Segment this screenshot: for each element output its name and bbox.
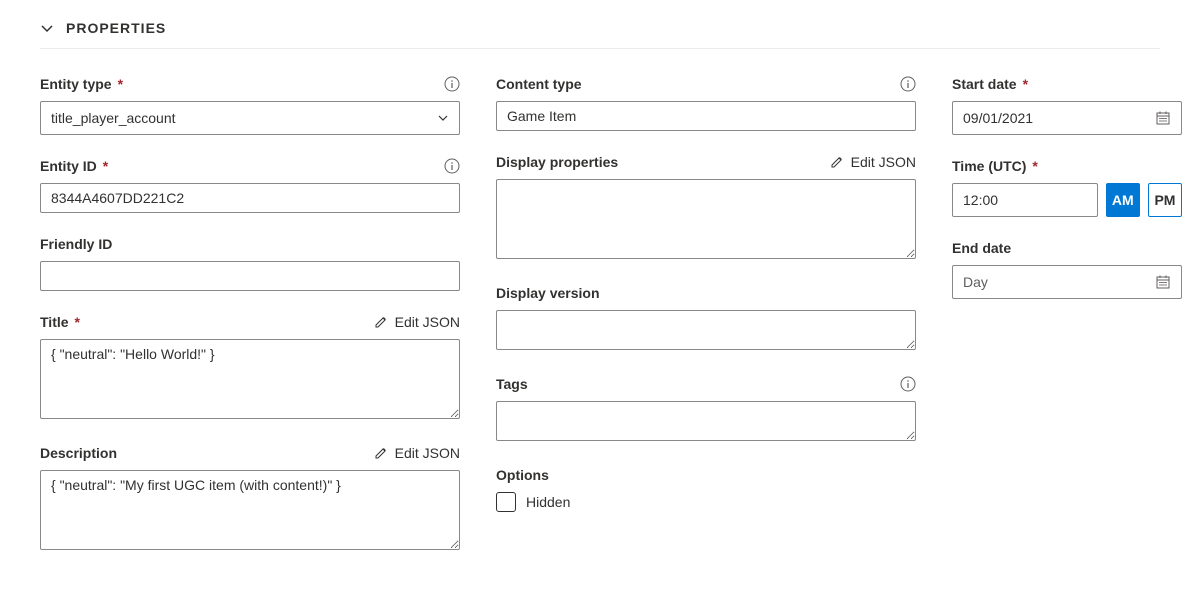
friendly-id-input[interactable] [40, 261, 460, 291]
entity-type-label: Entity type* [40, 76, 123, 92]
hidden-label: Hidden [526, 494, 570, 510]
content-type-label: Content type [496, 76, 582, 92]
entity-id-input[interactable] [40, 183, 460, 213]
friendly-id-label: Friendly ID [40, 236, 112, 252]
tags-label: Tags [496, 376, 528, 392]
entity-type-select[interactable]: title_player_account [40, 101, 460, 135]
start-date-value: 09/01/2021 [963, 110, 1033, 126]
title-label: Title* [40, 314, 80, 330]
display-properties-label: Display properties [496, 154, 618, 170]
calendar-icon [1155, 110, 1171, 126]
options-label: Options [496, 467, 549, 483]
edit-json-button[interactable]: Edit JSON [373, 445, 460, 461]
time-utc-label: Time (UTC)* [952, 158, 1038, 174]
info-icon[interactable] [444, 76, 460, 92]
end-date-placeholder: Day [963, 274, 988, 290]
calendar-icon [1155, 274, 1171, 290]
pencil-icon [373, 314, 389, 330]
pencil-icon [829, 154, 845, 170]
start-date-input[interactable]: 09/01/2021 [952, 101, 1182, 135]
pencil-icon [373, 445, 389, 461]
chevron-down-icon [437, 112, 449, 124]
info-icon[interactable] [444, 158, 460, 174]
display-version-textarea[interactable] [496, 310, 916, 350]
title-textarea[interactable] [40, 339, 460, 419]
tags-textarea[interactable] [496, 401, 916, 441]
section-title: PROPERTIES [66, 20, 166, 36]
display-version-label: Display version [496, 285, 600, 301]
end-date-input[interactable]: Day [952, 265, 1182, 299]
time-input[interactable] [952, 183, 1098, 217]
description-label: Description [40, 445, 117, 461]
collapse-chevron-icon[interactable] [40, 21, 54, 35]
info-icon[interactable] [900, 376, 916, 392]
pm-toggle[interactable]: PM [1148, 183, 1182, 217]
am-toggle[interactable]: AM [1106, 183, 1140, 217]
description-textarea[interactable] [40, 470, 460, 550]
edit-json-button[interactable]: Edit JSON [829, 154, 916, 170]
hidden-checkbox[interactable] [496, 492, 516, 512]
start-date-label: Start date* [952, 76, 1028, 92]
entity-id-label: Entity ID* [40, 158, 108, 174]
entity-type-value: title_player_account [51, 110, 176, 126]
display-properties-textarea[interactable] [496, 179, 916, 259]
edit-json-button[interactable]: Edit JSON [373, 314, 460, 330]
content-type-input[interactable] [496, 101, 916, 131]
end-date-label: End date [952, 240, 1011, 256]
properties-section-header: PROPERTIES [40, 20, 1160, 49]
info-icon[interactable] [900, 76, 916, 92]
